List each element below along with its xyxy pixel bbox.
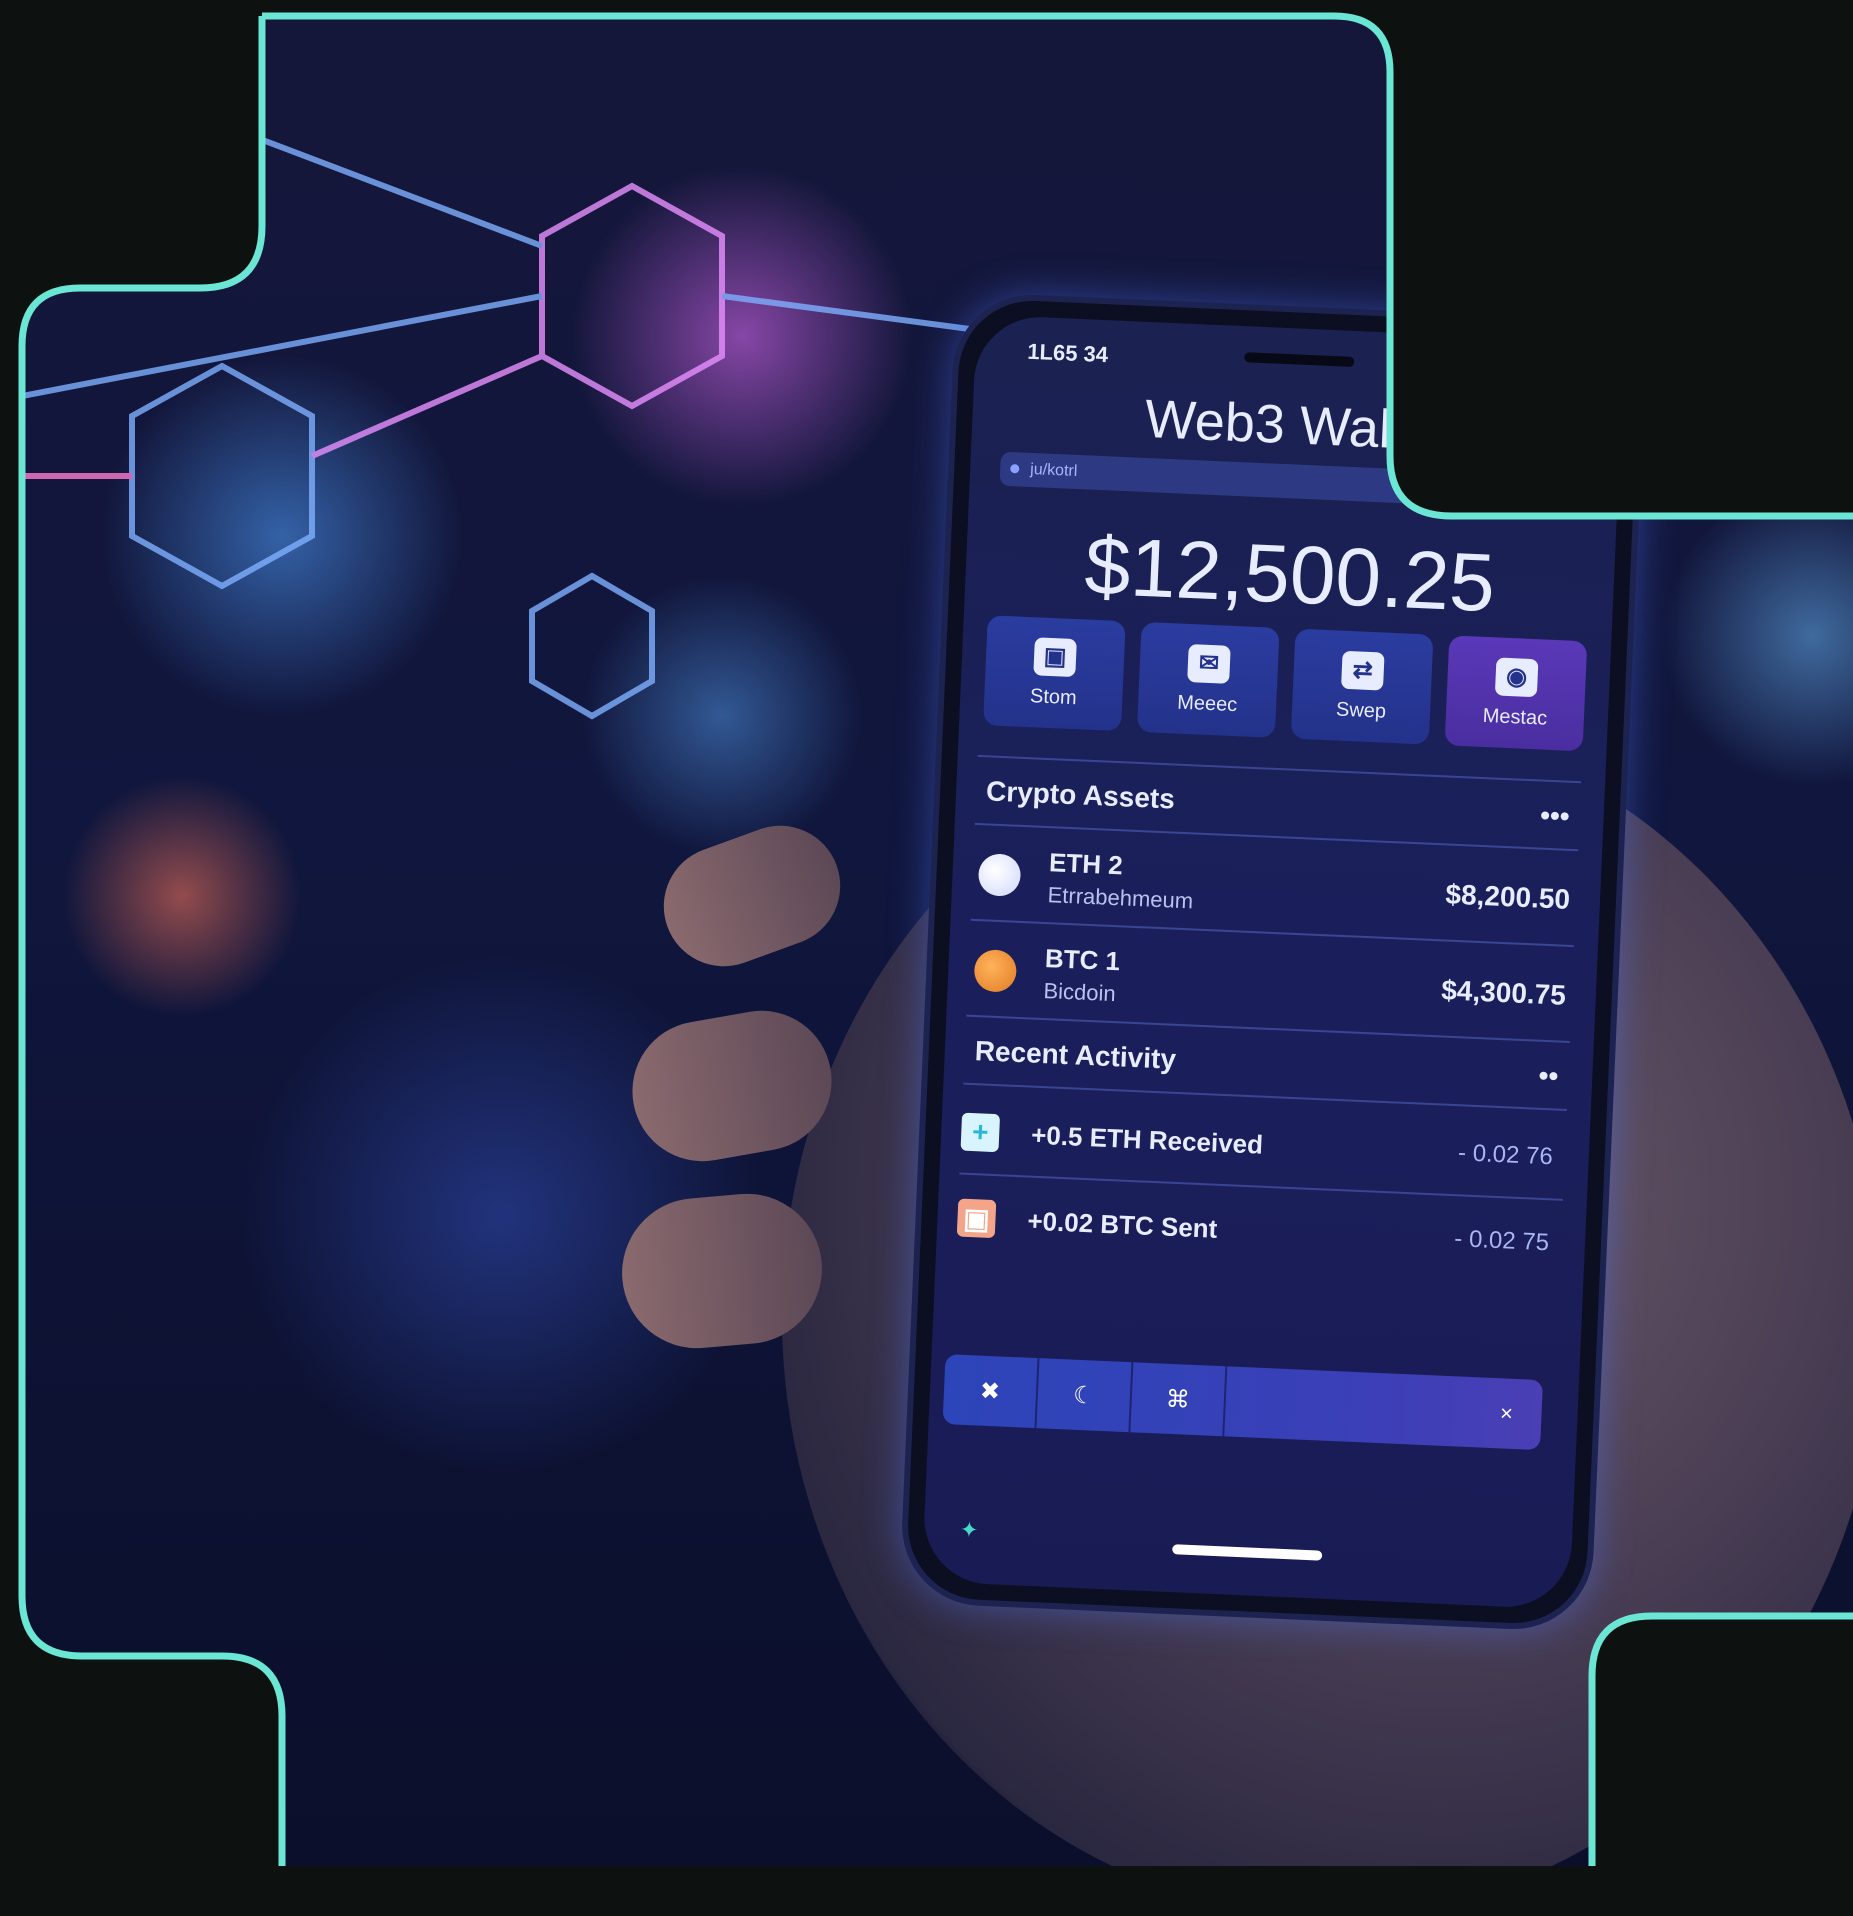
bottom-toolbar: ✖ ☾ ⌘ × bbox=[943, 1354, 1543, 1450]
assets-more-button[interactable]: ••• bbox=[1540, 800, 1571, 833]
wallet-screen: 1L65 34 ☰ Web3 Wallet ju/kotrl $12,500.2… bbox=[922, 314, 1625, 1609]
action-button-4[interactable]: ◉ Mestac bbox=[1445, 635, 1588, 751]
hexagon-node bbox=[542, 186, 722, 406]
background-frame: 1L65 34 ☰ Web3 Wallet ju/kotrl $12,500.2… bbox=[0, 0, 1853, 1866]
activity-heading: Recent Activity bbox=[974, 1035, 1177, 1075]
action-label: Meeec bbox=[1176, 691, 1238, 716]
assets-header: Crypto Assets ••• bbox=[985, 775, 1570, 832]
status-bar: 1L65 34 ☰ bbox=[1027, 339, 1584, 389]
hexagon-node bbox=[532, 576, 652, 716]
sent-icon: ▣ bbox=[957, 1199, 997, 1239]
toolbar-button-3[interactable]: ⌘ bbox=[1130, 1362, 1227, 1436]
action-label: Swep bbox=[1335, 698, 1387, 723]
search-text: ju/kotrl bbox=[1029, 460, 1078, 480]
asset-row[interactable]: ETH 2 Etrrabehmeum $8,200.50 bbox=[977, 831, 1572, 943]
hexagon-node bbox=[132, 366, 312, 586]
toolbar-button-2[interactable]: ☾ bbox=[1036, 1358, 1133, 1432]
close-icon[interactable]: × bbox=[1471, 1399, 1542, 1428]
cityscape-background: 1L65 34 ☰ Web3 Wallet ju/kotrl $12,500.2… bbox=[22, 16, 1853, 1866]
activity-value: - 0.02 75 bbox=[1453, 1225, 1550, 1257]
activity-more-button[interactable]: •• bbox=[1538, 1060, 1559, 1093]
activity-header: Recent Activity •• bbox=[974, 1035, 1559, 1092]
smartphone: 1L65 34 ☰ Web3 Wallet ju/kotrl $12,500.2… bbox=[899, 292, 1648, 1633]
wifi-icon: ☰ bbox=[1532, 365, 1550, 387]
activity-label: +0.02 BTC Sent bbox=[1026, 1205, 1218, 1244]
quick-actions: ▣ Stom ✉ Meeec ⇄ Swep ◉ Mestac bbox=[983, 615, 1587, 751]
assets-heading: Crypto Assets bbox=[985, 775, 1176, 815]
search-icon bbox=[1010, 464, 1019, 473]
clipboard-icon: ▣ bbox=[1033, 637, 1077, 677]
status-time: 1L65 34 bbox=[1026, 338, 1109, 368]
camera-icon: ◉ bbox=[1495, 657, 1539, 697]
swap-icon: ⇄ bbox=[1341, 650, 1385, 690]
activity-label: +0.5 ETH Received bbox=[1030, 1119, 1264, 1160]
asset-value: $4,300.75 bbox=[1440, 974, 1567, 1011]
signal-icon: ☰ bbox=[1499, 359, 1583, 389]
action-button-2[interactable]: ✉ Meeec bbox=[1137, 622, 1280, 738]
activity-value: - 0.02 76 bbox=[1457, 1139, 1554, 1171]
action-button-3[interactable]: ⇄ Swep bbox=[1291, 629, 1434, 745]
battery-icon bbox=[1554, 374, 1583, 389]
search-bar[interactable]: ju/kotrl bbox=[1000, 452, 1589, 512]
asset-value: $8,200.50 bbox=[1444, 878, 1571, 915]
eth-coin-icon bbox=[978, 853, 1022, 897]
action-button-1[interactable]: ▣ Stom bbox=[983, 615, 1126, 731]
received-icon: + bbox=[960, 1113, 1000, 1153]
wallet-icon: ✉ bbox=[1187, 644, 1231, 684]
btc-coin-icon bbox=[973, 949, 1017, 993]
pin-icon: ✦ bbox=[959, 1516, 979, 1543]
asset-row[interactable]: BTC 1 Bicdoin $4,300.75 bbox=[972, 927, 1567, 1039]
action-label: Stom bbox=[1029, 684, 1078, 709]
home-indicator[interactable] bbox=[1172, 1544, 1322, 1561]
activity-row[interactable]: + +0.5 ETH Received - 0.02 76 bbox=[960, 1095, 1555, 1195]
action-label: Mestac bbox=[1482, 704, 1548, 730]
toolbar-button-1[interactable]: ✖ bbox=[943, 1354, 1040, 1428]
